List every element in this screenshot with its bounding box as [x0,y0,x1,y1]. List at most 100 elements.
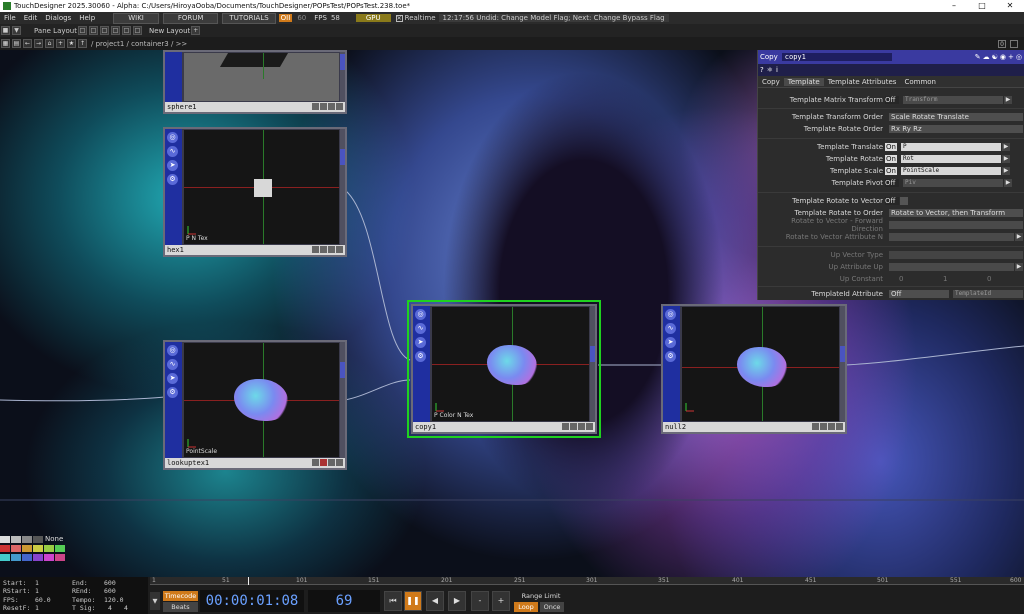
split-icon[interactable]: ▤ [12,39,21,48]
timeline-ruler[interactable]: 1 51 101 151 201 251 301 351 401 451 501… [150,577,1024,585]
node-copy-name[interactable]: copy1 [415,423,436,431]
start-value[interactable]: 1 [35,579,39,587]
node-lookuptex-name[interactable]: lookuptex1 [167,459,209,467]
tsig-denominator[interactable]: 4 [124,604,128,612]
param-toggle[interactable]: On [885,167,897,175]
layout-6-icon[interactable]: □ [132,26,142,35]
node-hex-name[interactable]: hex1 [167,246,184,254]
param-field[interactable]: Piv [903,179,1003,187]
layout-3-icon[interactable]: □ [99,26,109,35]
node-null-display-icon[interactable]: ◎ [665,309,676,320]
pane-0-indicator[interactable]: 0 [998,39,1006,48]
node-hex-graph-icon[interactable]: ∿ [167,146,178,157]
tsig-numerator[interactable]: 4 [108,604,112,612]
tutorials-button[interactable]: TUTORIALS [222,12,276,24]
layout-2-icon[interactable]: □ [88,26,98,35]
edit-icon[interactable]: ✎ [975,53,981,61]
playhead[interactable] [248,577,249,585]
param-toggle[interactable]: On [885,155,897,163]
home-icon[interactable]: ⌂ [45,39,54,48]
add-layout-button[interactable]: + [191,26,201,35]
gpu-button[interactable]: GPU [355,14,391,22]
comment-icon[interactable]: ☁ [983,53,990,61]
param-field[interactable] [889,233,1014,241]
node-copy-graph-icon[interactable]: ∿ [415,323,426,334]
maximize-pane-icon[interactable] [1010,39,1018,48]
tempo-value[interactable]: 120.0 [104,596,124,604]
layout-5-icon[interactable]: □ [121,26,131,35]
network-path[interactable]: / project1 / container3 / >> [91,40,187,48]
timecode-display[interactable]: 00:00:01:08 [200,590,304,612]
menu-dialogs[interactable]: Dialogs [41,14,75,22]
node-copy[interactable]: ◎ ∿ ➤ ⚙ P Color N Tex copy1 [411,304,597,434]
node-hex-settings-icon[interactable]: ⚙ [167,174,178,185]
param-field[interactable]: TemplateId [953,290,1023,298]
node-copy-settings-icon[interactable]: ⚙ [415,351,426,362]
param-menu[interactable]: Rotate to Vector, then Transform [889,209,1023,217]
node-hex-display-icon[interactable]: ◎ [167,132,178,143]
realtime-checkbox[interactable]: ✕ [395,14,403,22]
layout-1-icon[interactable]: □ [77,26,87,35]
beats-mode-button[interactable]: Beats [163,602,198,612]
tab-common[interactable]: Common [900,78,940,86]
param-toggle[interactable]: On [885,143,897,151]
param-arrow-icon[interactable]: ▶ [1002,167,1010,175]
step-back-button[interactable]: ◀ [426,591,444,611]
node-hex[interactable]: ◎ ∿ ➤ ⚙ P N Tex hex1 [163,127,347,257]
target-icon[interactable]: ◎ [1016,53,1022,61]
param-menu[interactable]: Off [889,290,949,298]
node-sphere-viewer[interactable] [184,53,339,101]
color-palette[interactable]: None [0,535,66,575]
tab-template[interactable]: Template [783,77,824,86]
pane-type-icon[interactable]: ▦ [1,39,10,48]
param-field[interactable]: P [901,143,1001,151]
tab-copy[interactable]: Copy [758,78,784,86]
op-name-field[interactable]: copy1 [781,53,892,61]
timecode-mode-button[interactable]: Timecode [163,591,198,601]
param-arrow-icon[interactable]: ▶ [1015,263,1023,271]
layout-4-icon[interactable]: □ [110,26,120,35]
param-field[interactable]: Transform [903,96,1003,104]
param-field[interactable] [889,263,1014,271]
menu-edit[interactable]: Edit [20,14,42,22]
back-icon[interactable]: ← [23,39,32,48]
fps-value[interactable]: 60.0 [35,596,51,604]
node-null-viewer[interactable] [682,307,839,421]
param-toggle[interactable]: Off [885,179,899,187]
menu-file[interactable]: File [0,14,20,22]
node-lookuptex-settings-icon[interactable]: ⚙ [167,387,178,398]
param-menu[interactable]: Rx Ry Rz [889,125,1023,133]
once-button[interactable]: Once [540,602,564,612]
tab-template-attributes[interactable]: Template Attributes [824,78,901,86]
param-toggle[interactable]: Off [885,197,899,205]
node-null-graph-icon[interactable]: ∿ [665,323,676,334]
end-value[interactable]: 600 [104,579,116,587]
param-field[interactable]: Rot [901,155,1001,163]
node-hex-arrow-icon[interactable]: ➤ [167,160,178,171]
add-icon[interactable]: + [56,39,65,48]
param-menu[interactable] [889,251,1023,259]
timeline-menu-icon[interactable]: ▼ [150,592,160,610]
node-sphere[interactable]: sphere1 [163,50,347,114]
node-null-settings-icon[interactable]: ⚙ [665,351,676,362]
minus-button[interactable]: - [471,591,489,611]
param-arrow-icon[interactable]: ▶ [1015,233,1023,241]
param-toggle[interactable]: Off [885,96,899,104]
node-null-arrow-icon[interactable]: ➤ [665,337,676,348]
param-field[interactable] [889,221,1023,229]
palette-none-label[interactable]: None [45,535,63,543]
menu-arrow-icon[interactable]: ▼ [12,26,21,35]
python-icon[interactable]: ☯ [992,53,998,61]
python-help-icon[interactable]: ⚛ [767,66,773,74]
plus-icon[interactable]: + [1008,53,1014,61]
oi-indicator[interactable]: OII [278,14,293,22]
node-copy-display-icon[interactable]: ◎ [415,309,426,320]
step-forward-button[interactable]: ▶ [448,591,466,611]
up-icon[interactable]: ↑ [78,39,87,48]
wiki-button[interactable]: WIKI [113,12,159,24]
save-icon[interactable]: ■ [1,26,10,35]
node-sphere-name[interactable]: sphere1 [167,103,197,111]
param-toggle-box[interactable] [900,197,908,205]
minimize-icon[interactable]: – [940,0,968,12]
node-copy-arrow-icon[interactable]: ➤ [415,337,426,348]
